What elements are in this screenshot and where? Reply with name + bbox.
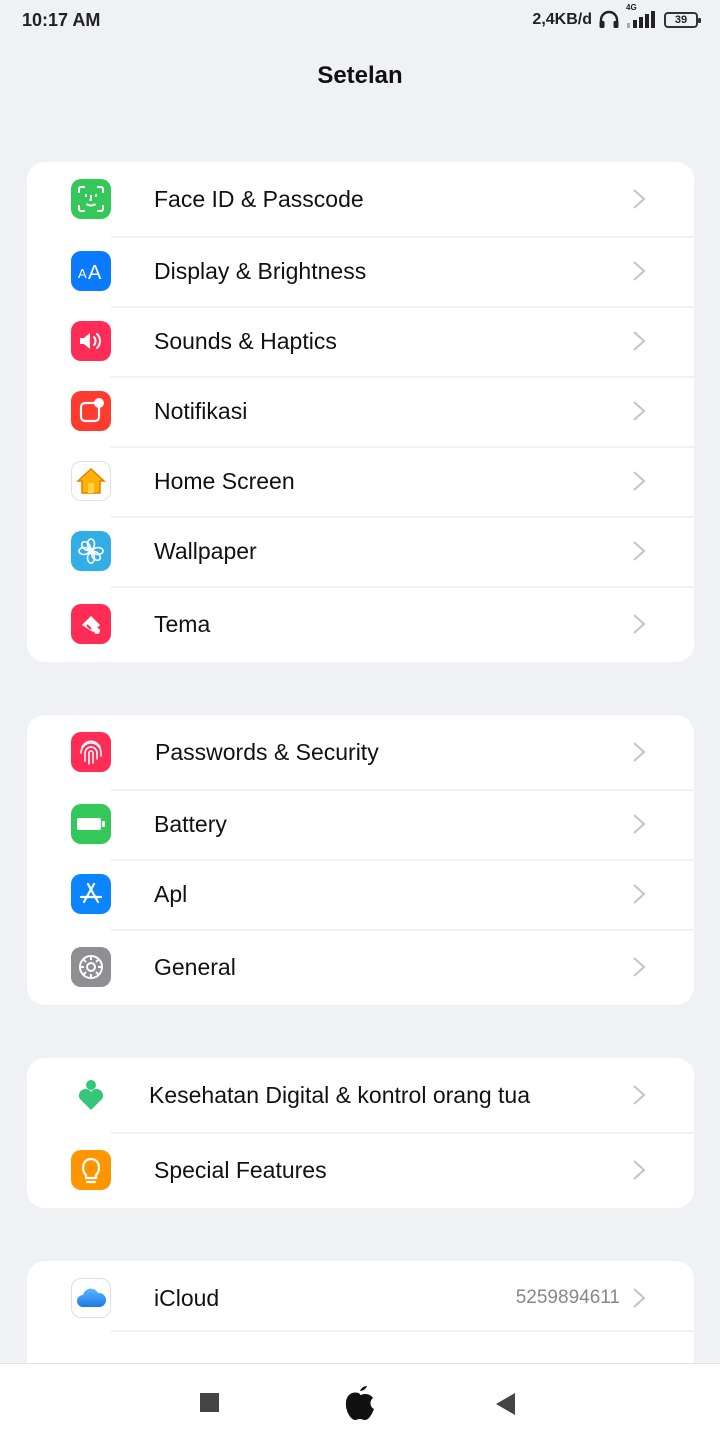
headphones-icon <box>598 10 620 30</box>
settings-item-label: Display & Brightness <box>154 257 367 284</box>
settings-item-notifications[interactable]: Notifikasi <box>27 376 694 446</box>
settings-item-passwords[interactable]: Passwords & Security <box>27 715 694 789</box>
face-id-icon <box>71 179 111 219</box>
app-store-icon <box>71 874 111 914</box>
svg-text:A: A <box>78 266 87 281</box>
settings-group-display: Face ID & Passcode AA Display & Brightne… <box>27 162 694 662</box>
settings-item-wallpaper[interactable]: Wallpaper <box>27 516 694 586</box>
brush-icon <box>71 604 111 644</box>
settings-item-label: Sounds & Haptics <box>154 327 337 354</box>
chevron-right-icon <box>633 189 646 209</box>
icloud-icon <box>71 1278 111 1318</box>
chevron-right-icon <box>633 401 646 421</box>
navigation-bar <box>0 1363 720 1440</box>
settings-item-icloud[interactable]: iCloud 5259894611 <box>27 1261 694 1335</box>
battery-icon <box>71 804 111 844</box>
lightbulb-icon <box>71 1150 111 1190</box>
status-indicators: 2,4KB/d 4G 39 <box>532 3 701 30</box>
signal-icon: 4G <box>626 3 658 29</box>
settings-item-label: Face ID & Passcode <box>154 185 364 212</box>
page-title: Setelan <box>317 62 403 89</box>
settings-item-label: iCloud <box>154 1284 220 1311</box>
settings-item-label: Kesehatan Digital & kontrol orang tua <box>149 1081 531 1108</box>
chevron-right-icon <box>633 1288 646 1308</box>
chevron-right-icon <box>633 471 646 491</box>
chevron-right-icon <box>633 261 646 281</box>
speaker-icon <box>71 321 111 361</box>
chevron-right-icon <box>633 1085 646 1105</box>
settings-item-label: Battery <box>154 810 227 837</box>
display-brightness-icon: AA <box>71 251 111 291</box>
chevron-right-icon <box>633 957 646 977</box>
net-speed: 2,4KB/d <box>532 11 592 28</box>
icloud-account-value: 5259894611 <box>515 1287 620 1308</box>
settings-item-special-features[interactable]: Special Features <box>27 1132 694 1208</box>
settings-item-display[interactable]: AA Display & Brightness <box>27 236 694 306</box>
settings-item-theme[interactable]: Tema <box>27 586 694 662</box>
settings-item-home-screen[interactable]: Home Screen <box>27 446 694 516</box>
chevron-right-icon <box>633 1160 646 1180</box>
settings-item-label: General <box>154 953 236 980</box>
settings-item-general[interactable]: General <box>27 929 694 1005</box>
svg-text:A: A <box>88 262 102 282</box>
settings-item-sounds[interactable]: Sounds & Haptics <box>27 306 694 376</box>
status-bar: 10:17 AM 2,4KB/d 4G 39 <box>0 0 720 40</box>
settings-item-label: Wallpaper <box>154 537 257 564</box>
settings-group-wellbeing: Kesehatan Digital & kontrol orang tua Sp… <box>27 1058 694 1208</box>
settings-item-label: Apl <box>154 880 188 907</box>
chevron-right-icon <box>633 814 646 834</box>
signal-label: 4G <box>626 3 637 12</box>
settings-item-digital-health[interactable]: Kesehatan Digital & kontrol orang tua <box>27 1058 694 1132</box>
chevron-right-icon <box>633 614 646 634</box>
chevron-right-icon <box>633 331 646 351</box>
settings-item-label: Notifikasi <box>154 397 248 424</box>
chevron-right-icon <box>633 541 646 561</box>
chevron-right-icon <box>633 742 646 762</box>
settings-item-label: Home Screen <box>154 467 295 494</box>
settings-item-label: Special Features <box>154 1156 327 1183</box>
settings-item-label: Tema <box>154 610 211 637</box>
digital-health-icon <box>71 1075 111 1115</box>
home-icon <box>71 461 111 501</box>
notification-icon <box>71 391 111 431</box>
settings-group-account: iCloud 5259894611 <box>27 1261 694 1363</box>
battery-indicator: 39 <box>664 12 701 28</box>
back-triangle-icon[interactable] <box>496 1393 516 1420</box>
settings-item-label: Passwords & Security <box>155 738 379 765</box>
square-icon[interactable] <box>200 1393 220 1418</box>
row-divider <box>111 1330 694 1332</box>
apple-icon[interactable] <box>343 1382 377 1427</box>
settings-item-face-id[interactable]: Face ID & Passcode <box>27 162 694 236</box>
gear-icon <box>71 947 111 987</box>
settings-item-apps[interactable]: Apl <box>27 859 694 929</box>
settings-group-system: Passwords & Security Battery Apl General <box>27 715 694 1005</box>
chevron-right-icon <box>633 884 646 904</box>
flower-icon <box>71 531 111 571</box>
status-time: 10:17 AM <box>22 9 101 30</box>
settings-item-battery[interactable]: Battery <box>27 789 694 859</box>
fingerprint-icon <box>71 732 111 772</box>
